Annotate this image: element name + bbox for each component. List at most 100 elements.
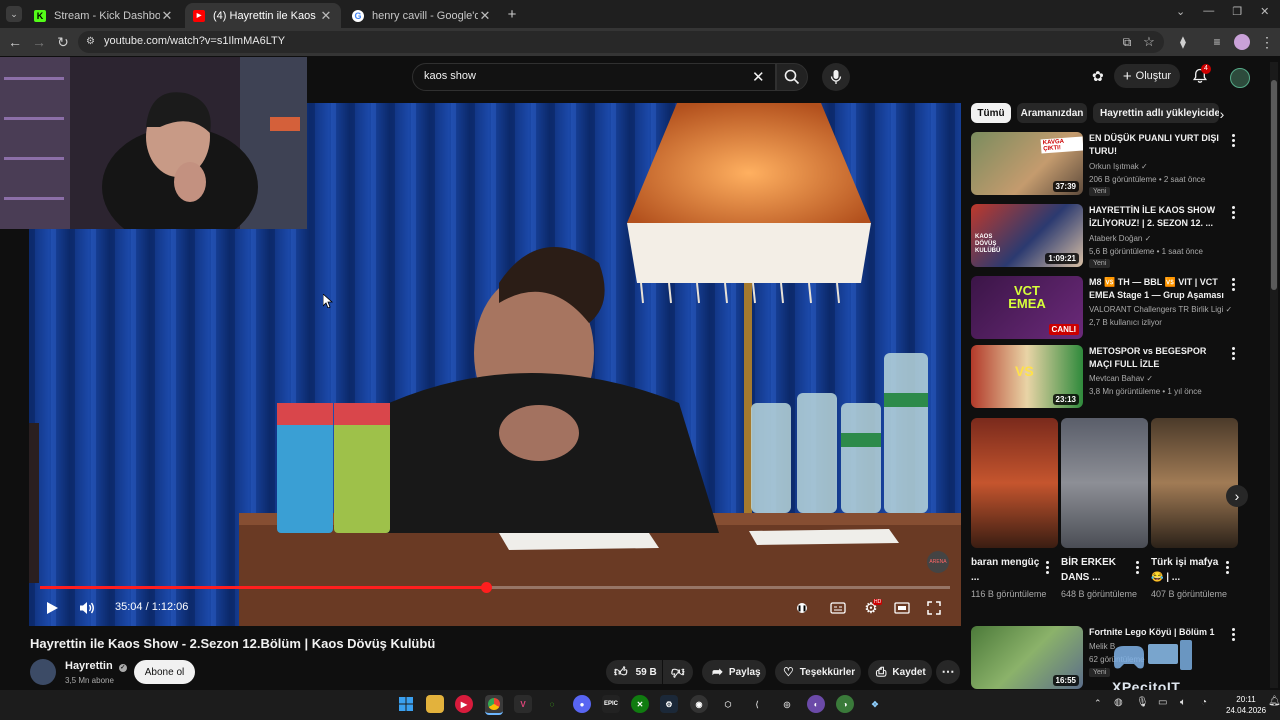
create-button[interactable]: + Oluştur xyxy=(1114,64,1180,88)
short-thumbnail[interactable] xyxy=(1061,418,1148,548)
tab-search-button[interactable]: ⌄ xyxy=(6,6,22,22)
profile-avatar[interactable] xyxy=(1234,34,1250,50)
close-tab-icon[interactable]: ✕ xyxy=(478,8,492,24)
clear-search-icon[interactable]: ✕ xyxy=(752,68,766,86)
volume-button[interactable] xyxy=(75,597,99,619)
settings-button[interactable]: ⚙ HD xyxy=(859,597,883,619)
search-query-text[interactable]: kaos show xyxy=(424,70,476,82)
video-thumbnail[interactable]: KAOS DÖVÜŞ KULÜBÜ 1:09:21 xyxy=(971,204,1083,267)
short-thumbnail[interactable] xyxy=(971,418,1058,548)
recommendation-menu-icon[interactable] xyxy=(1226,204,1240,220)
short-menu-icon[interactable] xyxy=(1220,559,1234,575)
recommendation-channel[interactable]: Orkun Işıtmak ✓ xyxy=(1089,162,1148,171)
browser-menu-icon[interactable]: ⋮ xyxy=(1256,31,1278,53)
subscribe-button[interactable]: Abone ol xyxy=(134,660,195,684)
bookmark-star-icon[interactable]: ☆ xyxy=(1138,31,1160,53)
recommendation-channel[interactable]: Ataberk Doğan ✓ xyxy=(1089,234,1151,243)
play-button[interactable] xyxy=(40,597,64,619)
share-button[interactable]: ➦ Paylaş xyxy=(702,660,766,684)
app-icon[interactable]: ⟨ xyxy=(748,695,766,713)
progress-scrubber[interactable] xyxy=(480,582,492,593)
reload-icon[interactable]: ↻ xyxy=(52,31,74,53)
recommendation-title[interactable]: M8 🆚 TH — BBL 🆚 VIT | VCT EMEA Stage 1 —… xyxy=(1089,276,1225,302)
video-thumbnail[interactable]: KAVGA ÇIKTI! 37:39 xyxy=(971,132,1083,195)
xbox-icon[interactable]: ✕ xyxy=(631,695,649,713)
new-tab-button[interactable]: + xyxy=(504,6,520,23)
shorts-next-button[interactable]: › xyxy=(1226,485,1248,507)
url-text[interactable]: youtube.com/watch?v=s1IlmMA6LTY xyxy=(104,35,285,47)
chip-all[interactable]: Tümü xyxy=(971,103,1011,123)
chip-from-search[interactable]: Aramanızdan xyxy=(1017,103,1087,123)
windows-start-icon[interactable] xyxy=(397,695,415,713)
short-thumbnail[interactable] xyxy=(1151,418,1238,548)
short-title[interactable]: BİR ERKEK DANS ... xyxy=(1061,555,1137,585)
thanks-button[interactable]: ♡ Teşekkürler xyxy=(775,660,861,684)
miniplayer-button[interactable] xyxy=(890,597,914,619)
channel-watermark-logo[interactable]: ARENA xyxy=(927,551,949,573)
volume-tray-icon[interactable]: 🔈︎ xyxy=(1180,697,1186,708)
app-icon[interactable]: ◎ xyxy=(778,695,796,713)
close-tab-icon[interactable]: ✕ xyxy=(160,8,174,24)
recommendation-title[interactable]: HAYRETTİN İLE KAOS SHOW İZLİYORUZ! | 2. … xyxy=(1089,204,1225,230)
system-clock[interactable]: 20:11 24.04.2026 xyxy=(1226,694,1266,716)
save-button[interactable]: ⎙ Kaydet xyxy=(868,660,932,684)
close-window-icon[interactable]: ✕ xyxy=(1260,5,1269,21)
scrollbar-thumb[interactable] xyxy=(1271,80,1277,290)
like-button[interactable]: 👍︎ 59 B xyxy=(606,660,662,684)
recommendation-menu-icon[interactable] xyxy=(1226,626,1240,642)
more-actions-button[interactable]: ⋯ xyxy=(936,660,960,684)
app-icon[interactable]: ◐ xyxy=(807,695,825,713)
notification-center-icon[interactable]: 🔔︎ xyxy=(1268,696,1280,707)
close-tab-icon[interactable]: ✕ xyxy=(319,8,333,24)
video-thumbnail[interactable]: VCT EMEA CANLI xyxy=(971,276,1083,339)
fullscreen-button[interactable] xyxy=(922,597,946,619)
microphone-tray-icon[interactable]: 🎙︎ xyxy=(1136,697,1149,708)
tray-overflow-icon[interactable]: ⌃ xyxy=(1094,698,1102,709)
search-button[interactable] xyxy=(776,63,808,91)
chrome-icon[interactable] xyxy=(485,695,503,715)
recommendation-channel[interactable]: Mevtcan Bahav ✓ xyxy=(1089,374,1153,383)
channel-avatar[interactable] xyxy=(30,659,56,685)
epic-games-icon[interactable]: EPIC xyxy=(602,695,620,713)
subtitles-button[interactable] xyxy=(826,597,850,619)
video-thumbnail[interactable]: 16:55 xyxy=(971,626,1083,689)
recommendation-title[interactable]: METOSPOR vs BEGESPOR MAÇI FULL İZLE xyxy=(1089,345,1225,371)
video-thumbnail[interactable]: VS 23:13 xyxy=(971,345,1083,408)
notifications-button[interactable]: 4 xyxy=(1192,64,1211,86)
recommendation-channel[interactable]: VALORANT Challengers TR Birlik Ligi ✓ xyxy=(1089,305,1232,314)
short-menu-icon[interactable] xyxy=(1040,559,1054,575)
app-icon[interactable]: ◉ xyxy=(690,695,708,713)
tab-google-search[interactable]: G henry cavill - Google'da Ara ✕ xyxy=(344,3,500,28)
app-icon[interactable]: ◑ xyxy=(836,695,854,713)
recommendation-menu-icon[interactable] xyxy=(1226,345,1240,361)
short-title[interactable]: baran mengüç ... xyxy=(971,555,1047,585)
tab-search-icon[interactable]: ⌄ xyxy=(1176,5,1185,21)
reading-list-icon[interactable]: ≡ xyxy=(1206,31,1228,53)
tray-app-icon[interactable]: ◔ xyxy=(1201,697,1207,708)
short-title[interactable]: Türk işi mafya 😂 | ... xyxy=(1151,555,1227,585)
media-player-icon[interactable]: ▶ xyxy=(455,695,473,713)
recommendation-menu-icon[interactable] xyxy=(1226,276,1240,292)
back-icon[interactable]: ← xyxy=(4,31,26,53)
file-explorer-icon[interactable] xyxy=(426,695,444,713)
dislike-button[interactable]: 👍︎ xyxy=(663,660,693,684)
forward-icon[interactable]: → xyxy=(28,31,50,53)
tray-app-icon[interactable]: ◍ xyxy=(1114,697,1123,708)
network-icon[interactable]: ▭ xyxy=(1158,697,1167,708)
recommendation-menu-icon[interactable] xyxy=(1226,132,1240,148)
cast-icon[interactable]: ⧉ xyxy=(1116,31,1138,53)
extensions-icon[interactable]: ⧫ xyxy=(1172,31,1194,53)
chip-from-uploader[interactable]: Hayrettin adlı yükleyicide xyxy=(1093,103,1219,123)
minimize-icon[interactable]: — xyxy=(1203,5,1214,21)
app-icon[interactable]: ✥ xyxy=(866,695,884,713)
recommendation-title[interactable]: EN DÜŞÜK PUANLI YURT DIŞI TURU! xyxy=(1089,132,1225,158)
site-info-icon[interactable]: ⚙ xyxy=(86,36,98,48)
channel-name[interactable]: Hayrettin ✓ xyxy=(65,660,127,672)
app-icon[interactable]: ⬡ xyxy=(719,695,737,713)
chips-next-icon[interactable]: › xyxy=(1214,106,1230,122)
app-icon[interactable]: ◌ xyxy=(543,695,561,713)
steam-icon[interactable]: ⚙ xyxy=(660,695,678,713)
autoplay-toggle[interactable]: ❚❚ xyxy=(790,597,814,619)
voice-search-button[interactable] xyxy=(822,63,850,91)
app-icon[interactable]: V xyxy=(514,695,532,713)
